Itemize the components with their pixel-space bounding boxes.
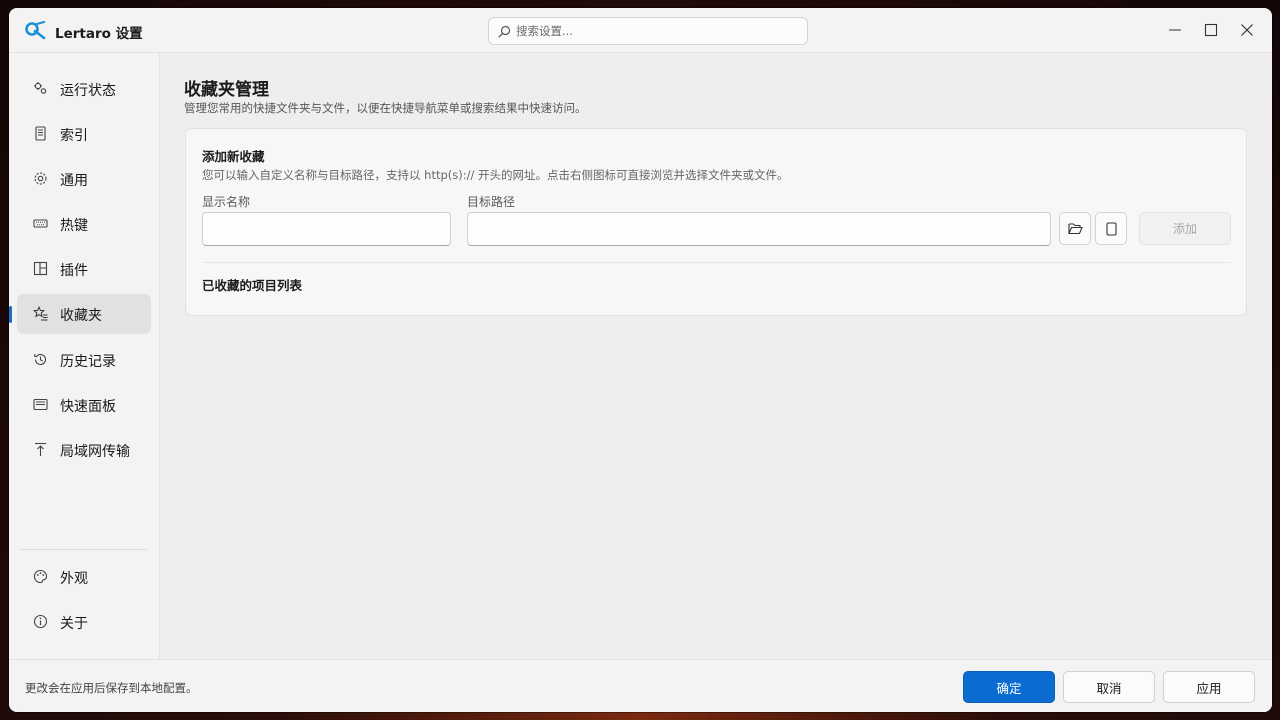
add-favorite-card: 添加新收藏 您可以输入自定义名称与目标路径，支持以 http(s):// 开头的… xyxy=(185,128,1247,316)
sidebar-divider xyxy=(19,549,147,550)
footer-note: 更改会在应用后保存到本地配置。 xyxy=(25,681,198,695)
folder-open-icon xyxy=(1067,223,1083,235)
search-input[interactable] xyxy=(516,22,796,40)
display-name-input[interactable] xyxy=(202,212,451,246)
upload-arrow-icon xyxy=(35,442,46,456)
settings-window: Lertaro 设置 运行状态 xyxy=(9,8,1272,712)
plugin-grid-icon xyxy=(33,261,48,276)
search-icon xyxy=(498,25,511,38)
apply-button[interactable]: 应用 xyxy=(1163,671,1255,703)
add-favorite-button[interactable]: 添加 xyxy=(1139,212,1231,245)
sidebar-item-label: 热键 xyxy=(60,218,88,234)
sidebar-item-label: 历史记录 xyxy=(60,354,116,370)
sidebar-item-plugins[interactable]: 插件 xyxy=(17,249,151,289)
maximize-button[interactable] xyxy=(1198,18,1224,42)
sidebar-item-status[interactable]: 运行状态 xyxy=(17,69,151,109)
search-box[interactable] xyxy=(488,17,808,45)
file-icon xyxy=(1105,221,1117,236)
card-divider xyxy=(202,262,1231,263)
browse-folder-button[interactable] xyxy=(1059,212,1091,245)
minimize-button[interactable] xyxy=(1162,18,1188,42)
sidebar-item-appearance[interactable]: 外观 xyxy=(17,557,151,597)
sidebar: 运行状态 索引 通用 热键 插件 收藏夹 历史记录 快速面板 局域网传输 外观 … xyxy=(9,53,160,659)
display-name-label: 显示名称 xyxy=(202,195,251,209)
sidebar-item-favorites[interactable]: 收藏夹 xyxy=(9,294,151,334)
sidebar-item-label: 收藏夹 xyxy=(60,308,102,324)
close-button[interactable] xyxy=(1234,18,1260,42)
sidebar-item-label: 快速面板 xyxy=(60,399,116,415)
sidebar-item-index[interactable]: 索引 xyxy=(17,114,151,154)
star-list-icon xyxy=(33,306,48,321)
main-content: 收藏夹管理 管理您常用的快捷文件夹与文件，以便在快捷导航菜单或搜索结果中快速访问… xyxy=(161,53,1272,659)
status-gears-icon xyxy=(34,82,47,94)
minimize-icon xyxy=(1169,29,1181,31)
add-favorite-title: 添加新收藏 xyxy=(202,149,265,164)
ok-button[interactable]: 确定 xyxy=(963,671,1055,703)
page-subtitle: 管理您常用的快捷文件夹与文件，以便在快捷导航菜单或搜索结果中快速访问。 xyxy=(184,101,587,115)
sidebar-item-label: 插件 xyxy=(60,263,88,279)
sidebar-item-label: 外观 xyxy=(60,571,88,587)
keyboard-icon xyxy=(33,219,48,228)
panel-icon xyxy=(33,398,48,411)
sidebar-item-label: 关于 xyxy=(60,616,88,632)
sidebar-item-general[interactable]: 通用 xyxy=(17,159,151,199)
sidebar-item-label: 局域网传输 xyxy=(60,444,130,460)
favorites-list-title: 已收藏的项目列表 xyxy=(202,278,303,293)
window-title: Lertaro 设置 xyxy=(55,26,143,42)
palette-icon xyxy=(33,569,48,583)
sidebar-item-label: 索引 xyxy=(60,128,88,144)
page-title: 收藏夹管理 xyxy=(184,80,269,100)
gear-icon xyxy=(34,172,47,185)
cancel-button[interactable]: 取消 xyxy=(1063,671,1155,703)
target-path-input[interactable] xyxy=(467,212,1051,246)
app-logo-icon xyxy=(25,20,46,40)
index-doc-icon xyxy=(35,126,46,141)
sidebar-item-quick-panel[interactable]: 快速面板 xyxy=(17,385,151,425)
close-icon xyxy=(1241,24,1253,36)
maximize-icon xyxy=(1204,23,1218,37)
sidebar-item-hotkeys[interactable]: 热键 xyxy=(17,204,151,244)
browse-file-button[interactable] xyxy=(1095,212,1127,245)
sidebar-item-label: 运行状态 xyxy=(60,83,116,99)
footer-bar: 更改会在应用后保存到本地配置。 确定 取消 应用 xyxy=(9,659,1272,712)
sidebar-item-about[interactable]: 关于 xyxy=(17,602,151,642)
title-bar: Lertaro 设置 xyxy=(9,8,1272,53)
sidebar-item-history[interactable]: 历史记录 xyxy=(17,340,151,380)
sidebar-item-lan-transfer[interactable]: 局域网传输 xyxy=(17,430,151,470)
target-path-label: 目标路径 xyxy=(467,195,516,209)
history-icon xyxy=(34,353,46,365)
add-favorite-description: 您可以输入自定义名称与目标路径，支持以 http(s):// 开头的网址。点击右… xyxy=(202,168,789,182)
sidebar-item-label: 通用 xyxy=(60,173,88,189)
info-icon xyxy=(33,614,48,629)
